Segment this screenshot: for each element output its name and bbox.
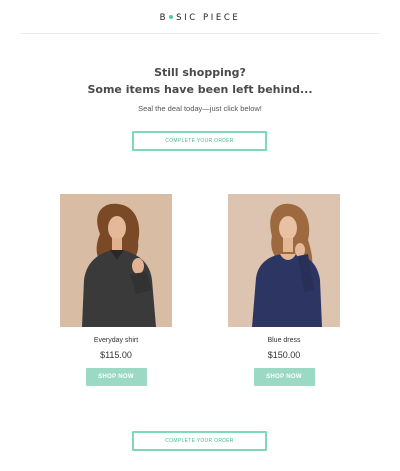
product-price: $150.00 bbox=[267, 350, 301, 360]
complete-order-button-bottom[interactable]: COMPLETE YOUR ORDER bbox=[132, 431, 267, 451]
complete-order-button-top[interactable]: COMPLETE YOUR ORDER bbox=[132, 131, 267, 151]
logo-dot-icon bbox=[169, 15, 174, 19]
subheadline: Seal the deal today—just click below! bbox=[138, 104, 262, 113]
shop-now-button[interactable]: SHOP NOW bbox=[85, 368, 147, 386]
product-price: $115.00 bbox=[100, 350, 132, 360]
product-name: Everyday shirt bbox=[93, 337, 139, 344]
headline-line-2: Some items have been left behind... bbox=[87, 83, 313, 96]
product-card-everyday-shirt: Everyday shirt $115.00 SHOP NOW bbox=[60, 194, 172, 386]
shop-now-button[interactable]: SHOP NOW bbox=[253, 368, 315, 386]
product-name: Blue dress bbox=[267, 337, 301, 344]
brand-logo[interactable]: B SIC PIECE bbox=[20, 13, 380, 23]
product-card-blue-dress: Blue dress $150.00 SHOP NOW bbox=[228, 194, 340, 386]
logo-text-end: SIC PIECE bbox=[176, 13, 241, 23]
woman-blue-dress-photo-icon bbox=[228, 194, 340, 327]
woman-dark-shirt-photo-icon bbox=[60, 194, 172, 327]
headline-line-1: Still shopping? bbox=[154, 66, 246, 79]
logo-text-start: B bbox=[159, 13, 169, 23]
product-image[interactable] bbox=[228, 194, 340, 327]
product-image[interactable] bbox=[60, 194, 172, 327]
email-header: B SIC PIECE bbox=[20, 0, 380, 34]
